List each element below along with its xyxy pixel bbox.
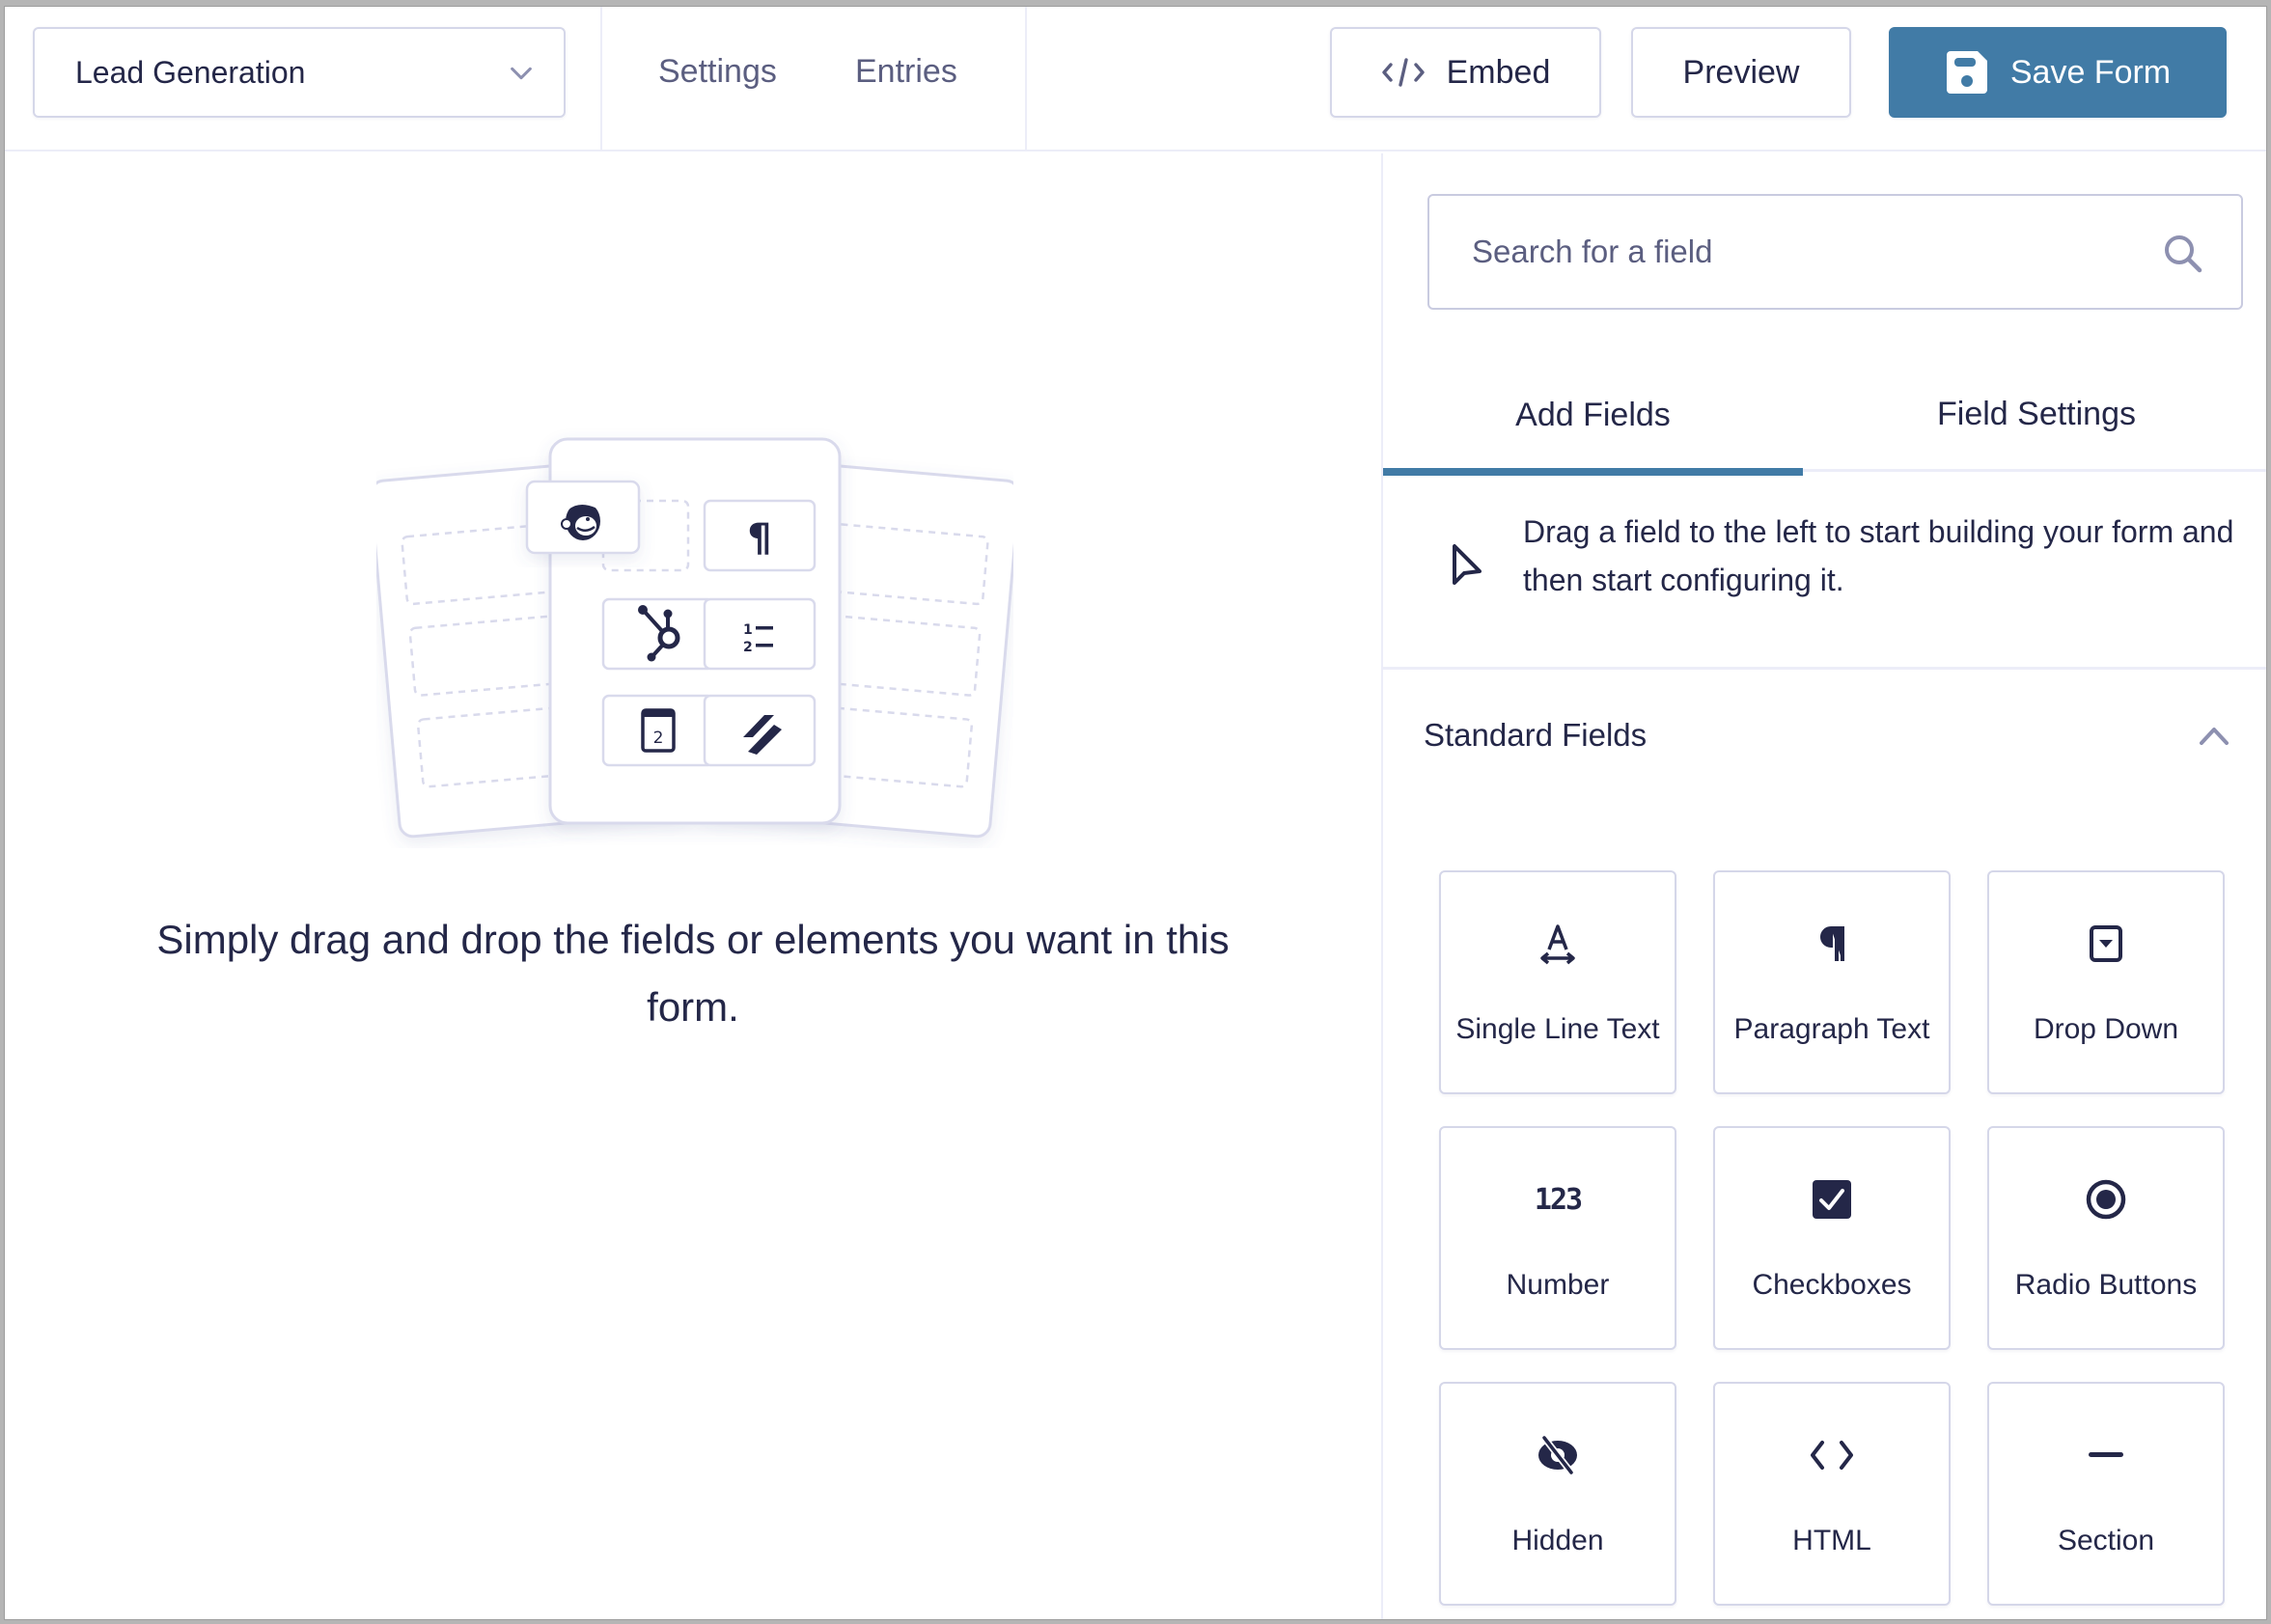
preview-label: Preview [1682, 53, 1800, 91]
embed-button[interactable]: Embed [1330, 27, 1601, 118]
chevron-down-icon [511, 67, 532, 80]
toolbar-divider [600, 7, 602, 151]
calendar-day: 2 [653, 729, 664, 748]
field-card-label: Checkboxes [1752, 1269, 1912, 1301]
mailchimp-icon [525, 480, 641, 555]
tab-add-fields[interactable]: Add Fields [1383, 356, 1803, 476]
checkbox-icon [1813, 1180, 1851, 1219]
field-card-radio-buttons[interactable]: Radio Buttons [1987, 1126, 2225, 1350]
field-card-label: Section [2057, 1525, 2155, 1556]
number-icon: 123 [1534, 1182, 1583, 1217]
field-search-box[interactable] [1427, 194, 2243, 310]
sidebar-tabs: Add Fields Field Settings [1383, 356, 2266, 476]
app-window: Lead Generation Settings Entries Embed P… [4, 6, 2267, 1620]
svg-text:¶: ¶ [747, 516, 771, 561]
standard-fields-header[interactable]: Standard Fields [1383, 673, 2266, 798]
tab-field-settings[interactable]: Field Settings [1803, 356, 2266, 472]
nav-settings-link[interactable]: Settings [658, 53, 777, 91]
field-card-label: Paragraph Text [1733, 1013, 1930, 1045]
field-card-paragraph-text[interactable]: Paragraph Text [1713, 870, 1951, 1094]
minus-icon [2089, 1452, 2123, 1457]
field-card-label: Radio Buttons [2014, 1269, 2198, 1301]
code-icon [1811, 1441, 1853, 1470]
field-card-number[interactable]: 123 Number [1439, 1126, 1676, 1350]
fields-sidebar: Add Fields Field Settings Drag a field t… [1381, 153, 2266, 1619]
field-card-label: Drop Down [2033, 1013, 2179, 1045]
code-icon [1381, 58, 1425, 87]
field-card-checkboxes[interactable]: Checkboxes [1713, 1126, 1951, 1350]
nav-entries-link[interactable]: Entries [855, 53, 957, 91]
numbered-list-icon: 1 2 [703, 597, 817, 671]
form-selector-value: Lead Generation [75, 54, 306, 90]
list-number-1: 1 [743, 622, 753, 638]
field-card-label: Single Line Text [1455, 1013, 1660, 1045]
field-card-drop-down[interactable]: Drop Down [1987, 870, 2225, 1094]
field-card-single-line-text[interactable]: Single Line Text [1439, 870, 1676, 1094]
field-card-label: Hidden [1511, 1525, 1604, 1556]
standard-fields-grid: Single Line Text Paragraph Text Drop Dow… [1439, 870, 2225, 1606]
field-card-html[interactable]: HTML [1713, 1382, 1951, 1606]
chevron-up-icon[interactable] [2199, 725, 2229, 746]
empty-form-illustration: ¶ 1 2 2 [376, 437, 1013, 839]
cursor-arrow-icon [1453, 544, 1482, 585]
embed-label: Embed [1446, 53, 1551, 91]
standard-fields-title: Standard Fields [1424, 717, 1648, 753]
dropdown-icon [2090, 925, 2122, 962]
field-card-label: HTML [1792, 1525, 1871, 1556]
top-toolbar: Lead Generation Settings Entries Embed P… [5, 7, 2266, 151]
eye-slash-icon [1538, 1435, 1577, 1475]
search-icon[interactable] [2162, 233, 2204, 275]
field-card-label: Number [1506, 1269, 1610, 1301]
hubspot-icon [601, 597, 715, 671]
field-card-hidden[interactable]: Hidden [1439, 1382, 1676, 1606]
text-width-icon [1540, 924, 1575, 965]
form-canvas[interactable]: ¶ 1 2 2 Simply drag and drop the fields … [5, 153, 1381, 1619]
save-form-button[interactable]: Save Form [1889, 27, 2227, 118]
paragraph-icon: ¶ [703, 499, 817, 572]
field-card-section[interactable]: Section [1987, 1382, 2225, 1606]
slash-logo-icon [703, 694, 817, 767]
empty-canvas-message: Simply drag and drop the fields or eleme… [156, 917, 1230, 1030]
toolbar-divider [1025, 7, 1027, 151]
form-selector-dropdown[interactable]: Lead Generation [33, 27, 566, 118]
floppy-disk-icon [1946, 51, 1987, 94]
list-number-2: 2 [743, 640, 753, 655]
field-search-input[interactable] [1472, 234, 2147, 270]
preview-button[interactable]: Preview [1631, 27, 1851, 118]
calendar-icon: 2 [601, 694, 715, 767]
save-form-label: Save Form [2009, 53, 2172, 91]
drag-hint-text: Drag a field to the left to start buildi… [1523, 514, 2234, 597]
paragraph-icon [1820, 925, 1844, 961]
radio-icon [2086, 1179, 2126, 1220]
drag-hint: Drag a field to the left to start buildi… [1383, 475, 2266, 670]
